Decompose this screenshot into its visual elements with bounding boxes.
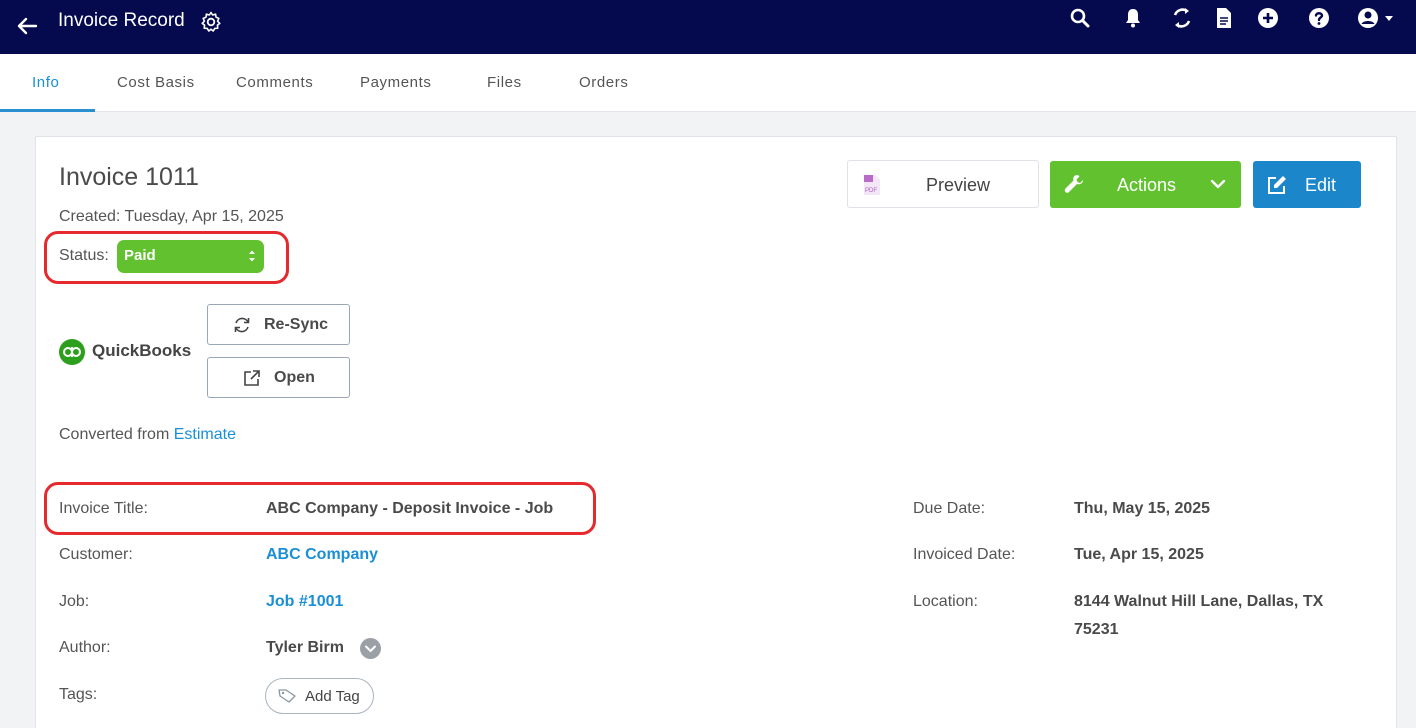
add-tag-label: Add Tag xyxy=(305,688,360,705)
refresh-icon xyxy=(234,317,250,333)
job-label: Job: xyxy=(59,593,90,610)
tab-files[interactable]: Files xyxy=(487,74,522,91)
external-link-icon xyxy=(244,370,260,386)
edit-icon xyxy=(1268,176,1286,194)
due-date-label: Due Date: xyxy=(913,500,986,517)
preview-label: Preview xyxy=(926,175,991,195)
resync-button[interactable]: Re-Sync xyxy=(207,304,350,345)
edit-button[interactable]: Edit xyxy=(1253,161,1361,208)
tab-comments[interactable]: Comments xyxy=(236,74,313,91)
actions-dropdown-button[interactable]: Actions xyxy=(1050,161,1241,208)
back-arrow-icon[interactable] xyxy=(14,13,40,39)
tag-icon xyxy=(278,689,296,703)
estimate-link[interactable]: Estimate xyxy=(174,426,236,443)
plus-circle-icon[interactable] xyxy=(1256,6,1280,30)
tab-payments[interactable]: Payments xyxy=(360,74,432,91)
open-label: Open xyxy=(274,369,315,386)
invoiced-date-value: Tue, Apr 15, 2025 xyxy=(1074,546,1204,563)
pdf-icon: PDF xyxy=(864,175,880,195)
resync-label: Re-Sync xyxy=(264,316,329,333)
tab-orders[interactable]: Orders xyxy=(579,74,628,91)
page-title: Invoice Record xyxy=(58,10,185,31)
job-link[interactable]: Job #1001 xyxy=(266,593,343,611)
tags-label: Tags: xyxy=(59,686,98,703)
author-dropdown-icon[interactable] xyxy=(360,638,381,659)
tab-cost-basis[interactable]: Cost Basis xyxy=(117,74,195,91)
document-icon[interactable] xyxy=(1212,6,1236,30)
author-label: Author: xyxy=(59,639,111,656)
due-date-value: Thu, May 15, 2025 xyxy=(1074,500,1211,517)
customer-label: Customer: xyxy=(59,546,133,563)
open-button[interactable]: Open xyxy=(207,357,350,398)
converted-from-text: Converted from Estimate xyxy=(59,426,236,444)
invoice-heading: Invoice 1011 xyxy=(59,163,199,191)
add-tag-button[interactable]: Add Tag xyxy=(265,678,374,714)
preview-button[interactable]: PDF Preview xyxy=(847,160,1039,208)
gear-icon[interactable] xyxy=(199,10,223,34)
actions-label: Actions xyxy=(1117,175,1177,195)
top-navigation-bar: Invoice Record xyxy=(0,0,1416,54)
invoice-title-highlight-box xyxy=(44,482,596,535)
sync-icon[interactable] xyxy=(1170,6,1194,30)
location-label: Location: xyxy=(913,593,978,610)
wrench-icon xyxy=(1064,175,1083,193)
author-value: Tyler Birm xyxy=(266,639,344,656)
converted-prefix: Converted from xyxy=(59,426,174,443)
active-tab-indicator xyxy=(0,109,95,112)
edit-label: Edit xyxy=(1305,175,1337,195)
customer-link[interactable]: ABC Company xyxy=(266,546,378,564)
bell-icon[interactable] xyxy=(1121,6,1145,30)
user-menu-icon[interactable] xyxy=(1356,6,1400,30)
quickbooks-label: QuickBooks xyxy=(92,341,192,360)
search-icon[interactable] xyxy=(1068,6,1092,30)
quickbooks-logo-icon xyxy=(59,339,85,365)
tab-info[interactable]: Info xyxy=(32,74,59,91)
status-highlight-box xyxy=(44,231,289,284)
tab-bar: Info Cost Basis Comments Payments Files … xyxy=(0,54,1416,112)
invoiced-date-label: Invoiced Date: xyxy=(913,546,1016,563)
chevron-down-icon xyxy=(1210,179,1226,189)
location-value: 8144 Walnut Hill Lane, Dallas, TX 75231 xyxy=(1074,593,1324,638)
help-icon[interactable] xyxy=(1307,6,1331,30)
created-date: Created: Tuesday, Apr 15, 2025 xyxy=(59,208,284,225)
svg-text:PDF: PDF xyxy=(865,188,877,194)
